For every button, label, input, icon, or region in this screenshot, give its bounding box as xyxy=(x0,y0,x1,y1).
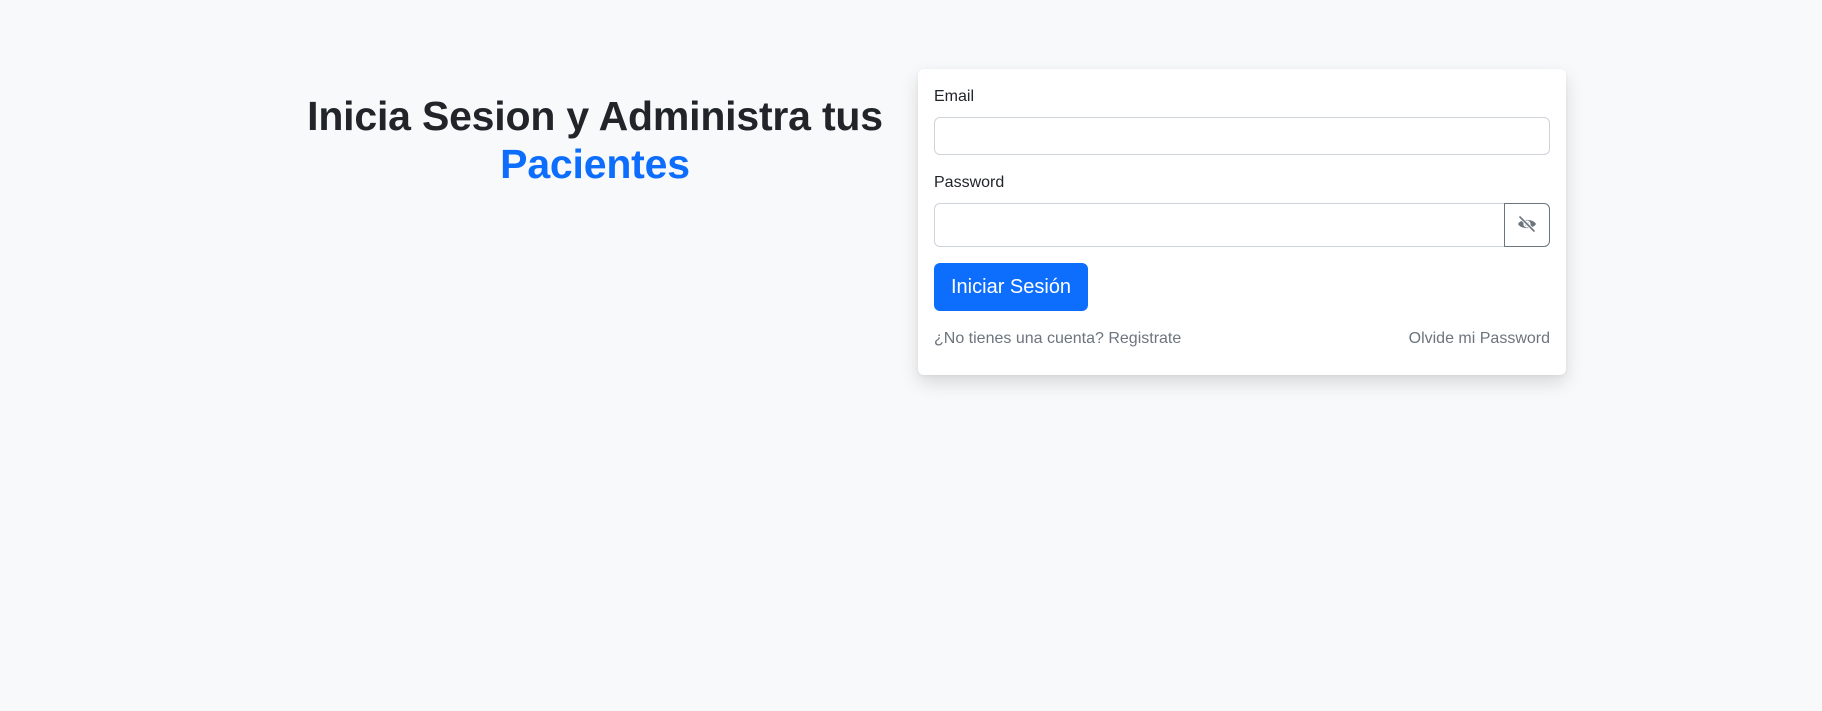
email-label: Email xyxy=(934,88,975,105)
register-link[interactable]: ¿No tienes una cuenta? Registrate xyxy=(934,329,1181,349)
login-button[interactable]: Iniciar Sesión xyxy=(934,263,1089,311)
page-title-accent: Pacientes xyxy=(500,141,690,187)
page: Inicia Sesion y Administra tus Pacientes… xyxy=(0,0,1822,711)
eye-slash-icon xyxy=(1517,214,1537,235)
password-field[interactable] xyxy=(934,203,1504,247)
login-form-card: Email Password Iniciar Sesión ¿No tienes… xyxy=(918,69,1566,375)
page-title-text: Inicia Sesion y Administra tus xyxy=(307,93,883,139)
password-label: Password xyxy=(934,174,1005,191)
toggle-password-button[interactable] xyxy=(1504,203,1550,247)
password-group xyxy=(934,203,1550,247)
page-title: Inicia Sesion y Administra tus Pacientes xyxy=(300,92,890,188)
hero: Inicia Sesion y Administra tus Pacientes xyxy=(300,92,890,188)
form-links: ¿No tienes una cuenta? Registrate Olvide… xyxy=(934,329,1550,349)
forgot-password-link[interactable]: Olvide mi Password xyxy=(1409,329,1550,349)
email-field[interactable] xyxy=(934,117,1550,155)
